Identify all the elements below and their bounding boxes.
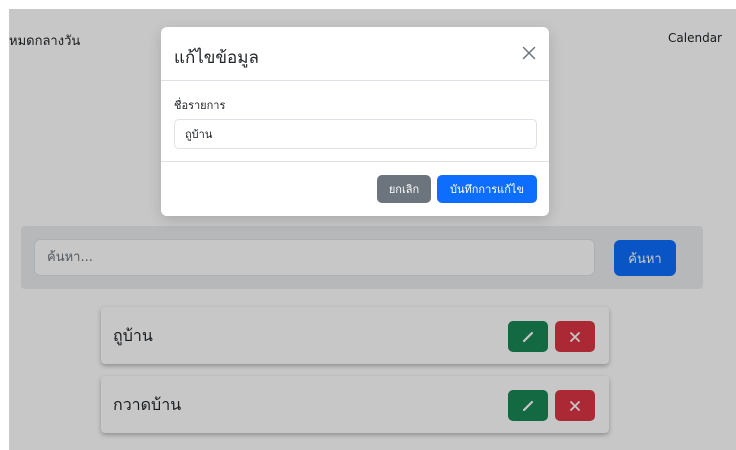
modal-footer: ยกเลิก บันทึกการแก้ไข [161,161,549,216]
edit-modal: แก้ไขข้อมูล ชื่อรายการ ยกเลิก บันทึกการแ… [161,27,549,216]
modal-title: แก้ไขข้อมูล [174,48,259,68]
save-changes-button[interactable]: บันทึกการแก้ไข [437,175,537,203]
cancel-button[interactable]: ยกเลิก [377,175,431,203]
modal-header: แก้ไขข้อมูล [161,27,549,81]
app-window: หมดกลางวัน Calendar ค้นหา ถูบ้าน กวาดบ้า… [9,9,736,450]
item-name-label: ชื่อรายการ [174,99,226,112]
item-name-input[interactable] [174,119,537,149]
modal-body: ชื่อรายการ [161,82,549,161]
close-icon [522,46,536,60]
modal-close-button[interactable] [519,43,539,63]
